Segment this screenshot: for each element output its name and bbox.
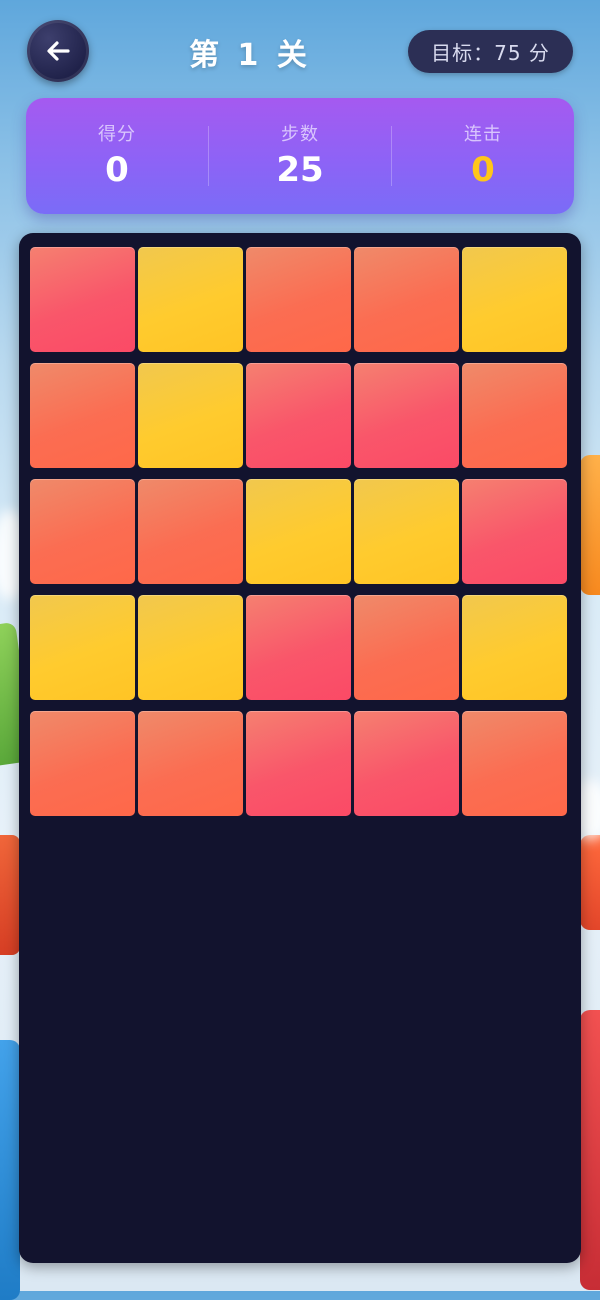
tile-orange[interactable] bbox=[354, 595, 459, 700]
tile-yellow[interactable] bbox=[138, 247, 243, 352]
tile-orange[interactable] bbox=[138, 479, 243, 584]
tile-red[interactable] bbox=[246, 363, 351, 468]
background-block-red bbox=[580, 835, 600, 930]
tile-red[interactable] bbox=[246, 711, 351, 816]
tile-yellow[interactable] bbox=[354, 479, 459, 584]
tile-yellow[interactable] bbox=[462, 247, 567, 352]
moves-stat: 步数 25 bbox=[209, 98, 391, 214]
tile-orange[interactable] bbox=[30, 479, 135, 584]
tile-grid bbox=[30, 247, 567, 816]
score-label: 得分 bbox=[98, 124, 136, 145]
tile-red[interactable] bbox=[354, 711, 459, 816]
combo-value: 0 bbox=[471, 150, 495, 190]
tile-red[interactable] bbox=[246, 595, 351, 700]
combo-label: 连击 bbox=[464, 124, 502, 145]
tile-orange[interactable] bbox=[462, 711, 567, 816]
tile-yellow[interactable] bbox=[462, 595, 567, 700]
tile-orange[interactable] bbox=[246, 247, 351, 352]
score-value: 0 bbox=[105, 150, 129, 190]
background-block-crimson bbox=[580, 1010, 600, 1290]
tile-yellow[interactable] bbox=[246, 479, 351, 584]
tile-orange[interactable] bbox=[354, 247, 459, 352]
background-block-red bbox=[0, 835, 20, 955]
background-block-orange bbox=[580, 455, 600, 595]
background-block-blue bbox=[0, 1040, 20, 1300]
game-board bbox=[19, 233, 581, 1263]
moves-label: 步数 bbox=[281, 124, 319, 145]
tile-red[interactable] bbox=[30, 247, 135, 352]
tile-yellow[interactable] bbox=[138, 595, 243, 700]
score-stat: 得分 0 bbox=[26, 98, 208, 214]
combo-stat: 连击 0 bbox=[392, 98, 574, 214]
back-button[interactable] bbox=[27, 20, 89, 82]
level-title: 第 1 关 bbox=[189, 38, 311, 73]
moves-value: 25 bbox=[276, 150, 324, 190]
tile-orange[interactable] bbox=[30, 363, 135, 468]
tile-red[interactable] bbox=[354, 363, 459, 468]
arrow-left-icon bbox=[47, 41, 70, 61]
tile-yellow[interactable] bbox=[138, 363, 243, 468]
tile-orange[interactable] bbox=[462, 363, 567, 468]
tile-orange[interactable] bbox=[138, 711, 243, 816]
target-score-badge: 目标：75 分 bbox=[408, 30, 573, 73]
tile-red[interactable] bbox=[462, 479, 567, 584]
stats-panel: 得分 0 步数 25 连击 0 bbox=[26, 98, 574, 214]
tile-yellow[interactable] bbox=[30, 595, 135, 700]
tile-orange[interactable] bbox=[30, 711, 135, 816]
